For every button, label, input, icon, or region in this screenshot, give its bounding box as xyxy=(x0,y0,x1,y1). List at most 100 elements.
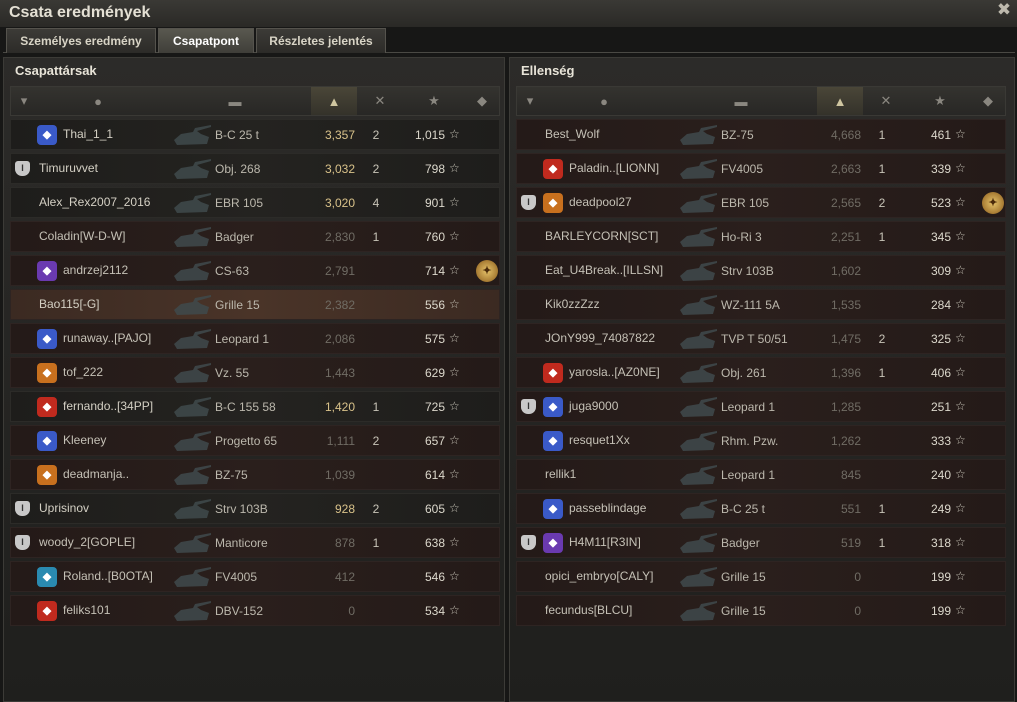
player-row[interactable]: ◆ Roland..[B0OTA] FV4005 412 546 ☆ xyxy=(10,561,500,592)
player-row[interactable]: Eat_U4Break..[ILLSN] Strv 103B 1,602 309 ☆ xyxy=(516,255,1006,286)
vehicle-name: Badger xyxy=(215,230,254,244)
tank-icon[interactable]: ▬ xyxy=(159,87,311,115)
player-name[interactable]: woody_2[GOPLE] xyxy=(39,535,135,549)
platoon-icon: Ι xyxy=(15,161,30,176)
tank-image xyxy=(174,567,211,587)
player-icon[interactable]: ● xyxy=(37,87,159,115)
player-name[interactable]: Paladin..[LIONN] xyxy=(569,161,659,175)
player-row[interactable]: Ι Uprisinov Strv 103B 928 2 605 ☆ xyxy=(10,493,500,524)
window-title: Csata eredmények xyxy=(9,4,151,21)
player-row[interactable]: fecundus[BLCU] Grille 15 0 199 ☆ xyxy=(516,595,1006,626)
player-row[interactable]: rellik1 Leopard 1 845 240 ☆ xyxy=(516,459,1006,490)
tank-image xyxy=(680,159,717,179)
player-row[interactable]: Bao115[-G] Grille 15 2,382 556 ☆ xyxy=(10,289,500,320)
player-row[interactable]: ◆ yarosla..[AZ0NE] Obj. 261 1,396 1 406 ☆ xyxy=(516,357,1006,388)
tab-detailed-report[interactable]: Részletes jelentés xyxy=(256,28,386,53)
player-name[interactable]: feliks101 xyxy=(63,603,110,617)
vehicle-name: Obj. 261 xyxy=(721,366,767,380)
platoon-icon[interactable]: ▾ xyxy=(11,87,37,115)
player-row[interactable]: ◆ andrzej2112 CS-63 2,791 714 ☆ ✦ xyxy=(10,255,500,286)
player-name[interactable]: Alex_Rex2007_2016 xyxy=(39,195,150,209)
player-name[interactable]: BARLEYCORN[SCT] xyxy=(545,229,658,243)
player-name[interactable]: juga9000 xyxy=(569,399,618,413)
close-icon[interactable]: ✖ xyxy=(995,1,1013,19)
tab-personal-results[interactable]: Személyes eredmény xyxy=(6,28,156,53)
player-name[interactable]: Coladin[W-D-W] xyxy=(39,229,125,243)
player-row[interactable]: Ι Timuruvvet Obj. 268 3,032 2 798 ☆ xyxy=(10,153,500,184)
kills-value: 1 xyxy=(878,536,886,550)
player-row[interactable]: ◆ Paladin..[LIONN] FV4005 2,663 1 339 ☆ xyxy=(516,153,1006,184)
damage-value: 2,791 xyxy=(324,264,355,278)
platoon-icon[interactable]: ▾ xyxy=(517,87,543,115)
player-row[interactable]: ◆ Kleeney Progetto 65 1,111 2 657 ☆ xyxy=(10,425,500,456)
star-icon: ☆ xyxy=(449,399,460,413)
star-icon[interactable]: ★ xyxy=(909,87,971,115)
star-icon: ☆ xyxy=(955,433,966,447)
player-row[interactable]: Ι ◆ deadpool27 EBR 105 2,565 2 523 ☆ ✦ xyxy=(516,187,1006,218)
player-name[interactable]: passeblindage xyxy=(569,501,646,515)
tank-image xyxy=(174,193,211,213)
xp-value: 546 xyxy=(424,570,445,584)
damage-icon[interactable]: ▲ xyxy=(817,87,863,115)
player-name[interactable]: opici_embryo[CALY] xyxy=(545,569,654,583)
damage-icon[interactable]: ▲ xyxy=(311,87,357,115)
player-row[interactable]: Kik0zzZzz WZ-111 5A 1,535 284 ☆ xyxy=(516,289,1006,320)
tank-icon[interactable]: ▬ xyxy=(665,87,817,115)
player-name[interactable]: fecundus[BLCU] xyxy=(545,603,632,617)
damage-value: 1,262 xyxy=(830,434,861,448)
player-row[interactable]: ◆ runaway..[PAJO] Leopard 1 2,086 575 ☆ xyxy=(10,323,500,354)
player-row[interactable]: Alex_Rex2007_2016 EBR 105 3,020 4 901 ☆ xyxy=(10,187,500,218)
player-row[interactable]: ◆ resquet1Xx Rhm. Pzw. 1,262 333 ☆ xyxy=(516,425,1006,456)
star-icon: ☆ xyxy=(449,569,460,583)
player-name[interactable]: yarosla..[AZ0NE] xyxy=(569,365,660,379)
kills-icon[interactable]: ✕ xyxy=(357,87,403,115)
xp-value: 309 xyxy=(930,264,951,278)
player-name[interactable]: runaway..[PAJO] xyxy=(63,331,151,345)
star-icon[interactable]: ★ xyxy=(403,87,465,115)
player-name[interactable]: rellik1 xyxy=(545,467,576,481)
player-name[interactable]: fernando..[34PP] xyxy=(63,399,153,413)
player-row[interactable]: ◆ passeblindage B-C 25 t 551 1 249 ☆ xyxy=(516,493,1006,524)
player-name[interactable]: Bao115[-G] xyxy=(39,297,99,311)
player-name[interactable]: Timuruvvet xyxy=(39,161,98,175)
player-row[interactable]: BARLEYCORN[SCT] Ho-Ri 3 2,251 1 345 ☆ xyxy=(516,221,1006,252)
player-name[interactable]: Roland..[B0OTA] xyxy=(63,569,153,583)
star-icon: ☆ xyxy=(955,603,966,617)
vehicle-name: Ho-Ri 3 xyxy=(721,230,762,244)
player-row[interactable]: JOnY999_74087822 TVP T 50/51 1,475 2 325 ☆ xyxy=(516,323,1006,354)
player-name[interactable]: H4M11[R3IN] xyxy=(569,535,641,549)
medal-icon[interactable]: ◆ xyxy=(971,87,1005,115)
player-row[interactable]: ◆ tof_222 Vz. 55 1,443 629 ☆ xyxy=(10,357,500,388)
player-name[interactable]: Uprisinov xyxy=(39,501,89,515)
vehicle-name: Strv 103B xyxy=(721,264,774,278)
player-row[interactable]: opici_embryo[CALY] Grille 15 0 199 ☆ xyxy=(516,561,1006,592)
player-row[interactable]: ◆ feliks101 DBV-152 0 534 ☆ xyxy=(10,595,500,626)
player-name[interactable]: Kleeney xyxy=(63,433,106,447)
xp-value: 534 xyxy=(424,604,445,618)
kills-icon[interactable]: ✕ xyxy=(863,87,909,115)
player-name[interactable]: Best_Wolf xyxy=(545,127,599,141)
player-name[interactable]: Kik0zzZzz xyxy=(545,297,600,311)
player-row[interactable]: ◆ fernando..[34PP] B-C 155 58 1,420 1 725 ☆ xyxy=(10,391,500,422)
player-row[interactable]: ◆ Thai_1_1 B-C 25 t 3,357 2 1,015 ☆ xyxy=(10,119,500,150)
player-name[interactable]: Thai_1_1 xyxy=(63,127,113,141)
player-row[interactable]: Best_Wolf BZ-75 4,668 1 461 ☆ xyxy=(516,119,1006,150)
player-name[interactable]: JOnY999_74087822 xyxy=(545,331,655,345)
player-name[interactable]: resquet1Xx xyxy=(569,433,630,447)
rank-badge-icon: ◆ xyxy=(37,329,57,349)
medal-icon[interactable]: ◆ xyxy=(465,87,499,115)
player-icon[interactable]: ● xyxy=(543,87,665,115)
player-row[interactable]: ◆ deadmanja.. BZ-75 1,039 614 ☆ xyxy=(10,459,500,490)
tank-image xyxy=(174,261,211,281)
player-name[interactable]: andrzej2112 xyxy=(63,263,128,277)
player-name[interactable]: tof_222 xyxy=(63,365,103,379)
player-name[interactable]: deadmanja.. xyxy=(63,467,129,481)
player-row[interactable]: Ιwoody_2[GOPLE] Manticore 878 1 638 ☆ xyxy=(10,527,500,558)
player-name[interactable]: deadpool27 xyxy=(569,195,632,209)
player-name[interactable]: Eat_U4Break..[ILLSN] xyxy=(545,263,663,277)
player-row[interactable]: Coladin[W-D-W] Badger 2,830 1 760 ☆ xyxy=(10,221,500,252)
tab-team-score[interactable]: Csapatpont xyxy=(158,28,254,53)
player-row[interactable]: Ι ◆ H4M11[R3IN] Badger 519 1 318 ☆ xyxy=(516,527,1006,558)
star-icon: ☆ xyxy=(955,331,966,345)
player-row[interactable]: Ι ◆ juga9000 Leopard 1 1,285 251 ☆ xyxy=(516,391,1006,422)
